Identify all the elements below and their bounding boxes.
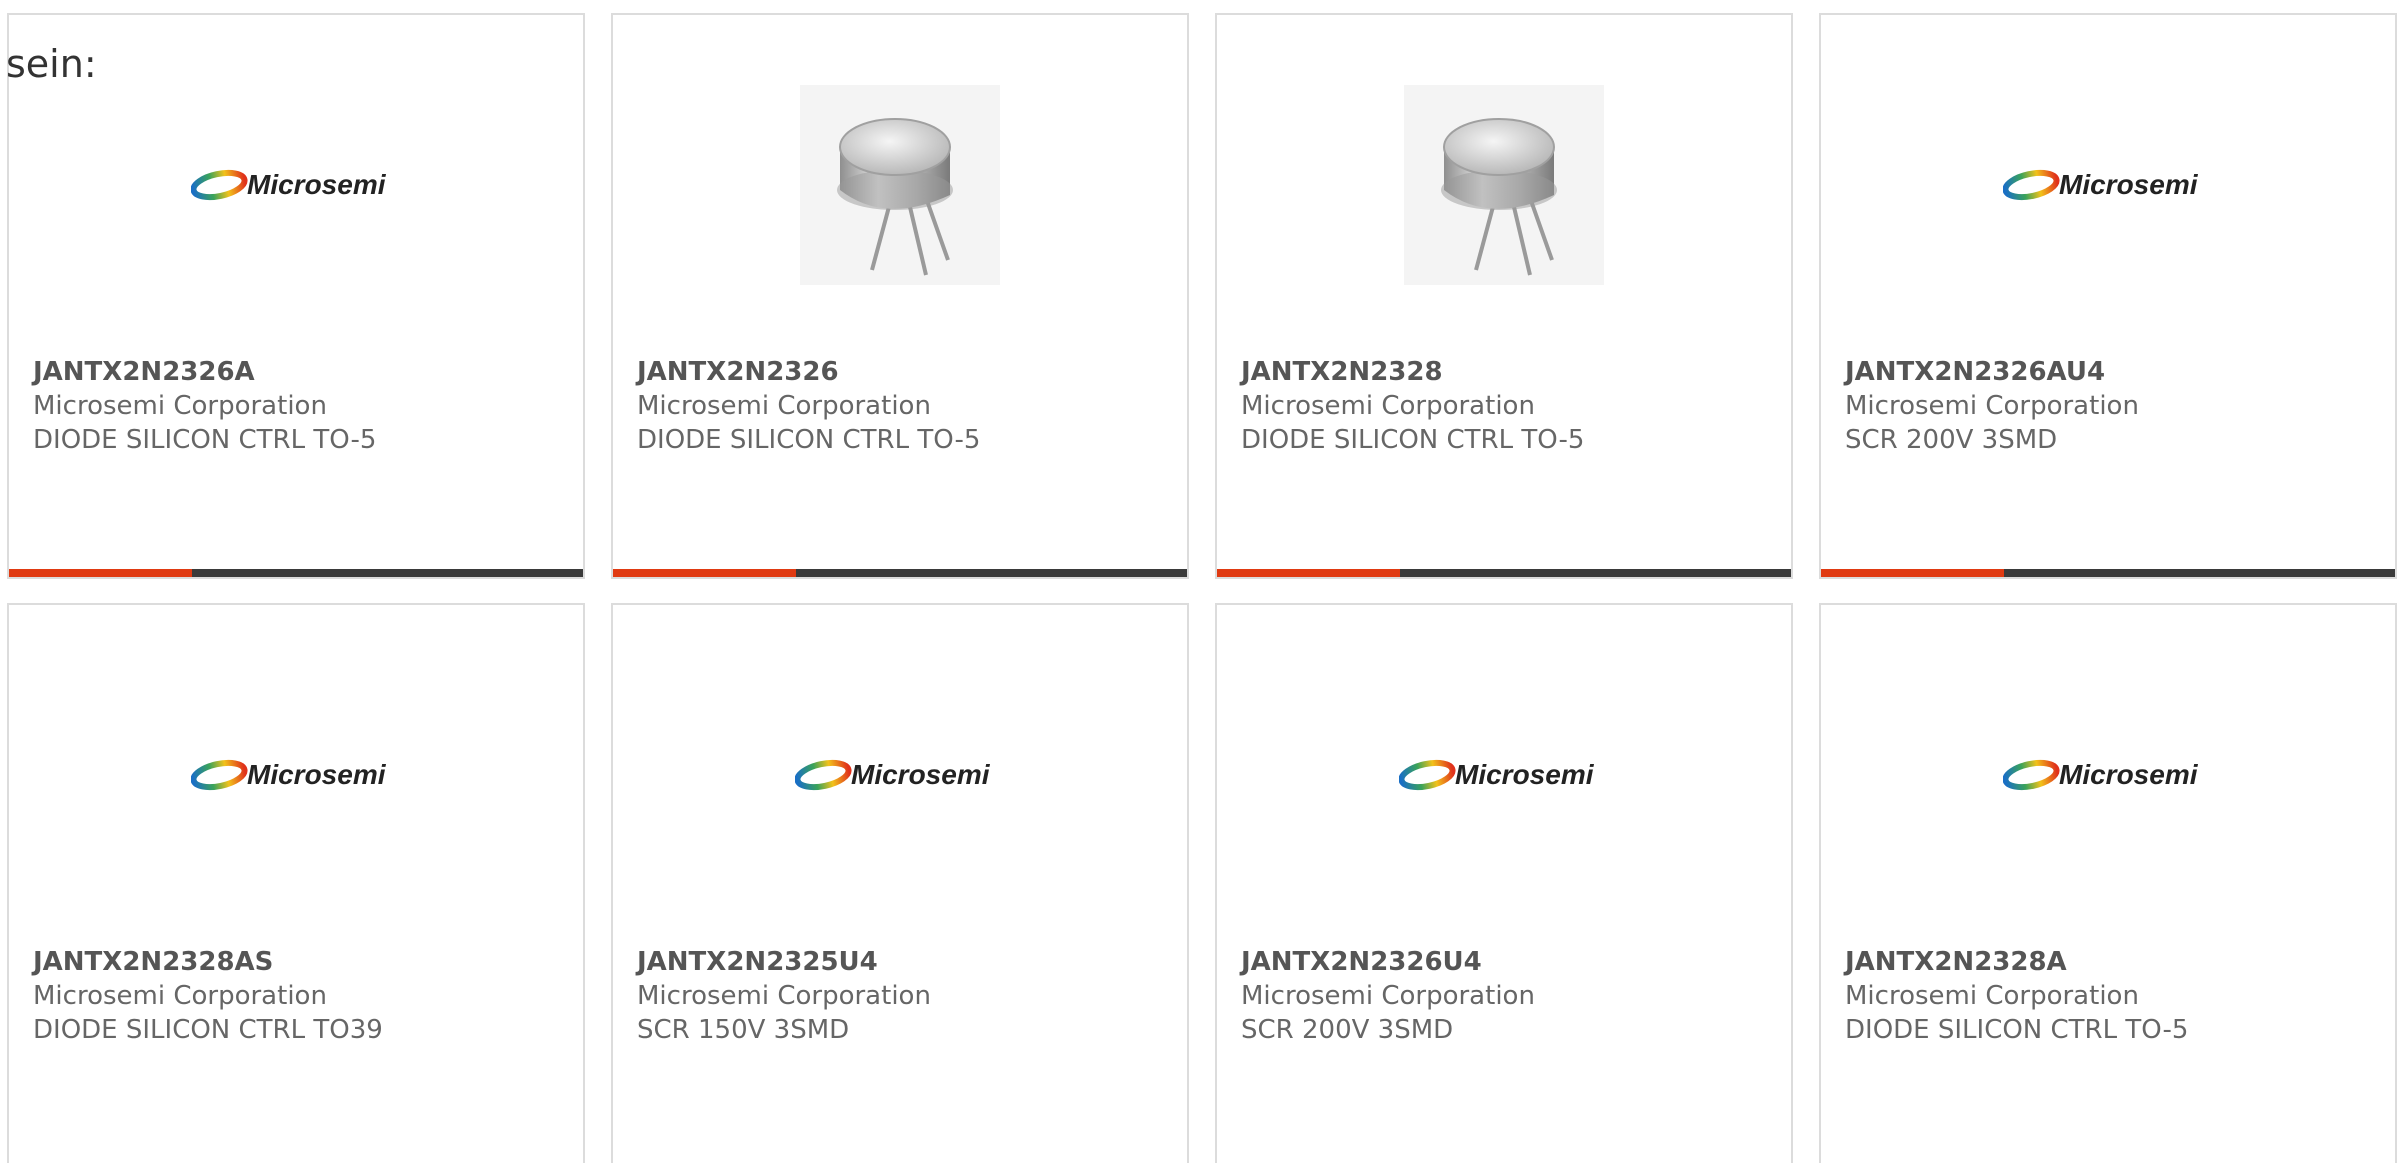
manufacturer-name: Microsemi Corporation bbox=[33, 391, 327, 421]
card-accent-bar bbox=[613, 569, 796, 577]
product-image bbox=[613, 85, 1187, 285]
svg-text:Microsemi: Microsemi bbox=[2059, 759, 2199, 790]
card-bottom-bar bbox=[613, 569, 1187, 577]
product-description: SCR 200V 3SMD bbox=[1845, 425, 2058, 455]
product-image: Microsemi bbox=[1821, 675, 2395, 875]
card-bottom-bar bbox=[1821, 569, 2395, 577]
product-image: Microsemi bbox=[9, 85, 583, 285]
product-card[interactable]: JANTX2N2326 Microsemi Corporation DIODE … bbox=[611, 13, 1189, 579]
manufacturer-name: Microsemi Corporation bbox=[1241, 981, 1535, 1011]
product-info: JANTX2N2328AS Microsemi Corporation DIOD… bbox=[33, 945, 573, 1047]
product-description: SCR 150V 3SMD bbox=[637, 1015, 850, 1045]
manufacturer-name: Microsemi Corporation bbox=[1845, 981, 2139, 1011]
product-card[interactable]: JANTX2N2328 Microsemi Corporation DIODE … bbox=[1215, 13, 1793, 579]
product-info: JANTX2N2328A Microsemi Corporation DIODE… bbox=[1845, 945, 2385, 1047]
product-image: Microsemi bbox=[613, 675, 1187, 875]
part-number[interactable]: JANTX2N2326AU4 bbox=[1845, 355, 2385, 389]
microsemi-logo: Microsemi bbox=[1399, 753, 1609, 797]
card-bottom-bar bbox=[1217, 569, 1791, 577]
part-number[interactable]: JANTX2N2326A bbox=[33, 355, 573, 389]
product-card[interactable]: Microsemi JANTX2N2326AU4 Microsemi Corpo… bbox=[1819, 13, 2397, 579]
svg-text:Microsemi: Microsemi bbox=[247, 759, 387, 790]
product-info: JANTX2N2328 Microsemi Corporation DIODE … bbox=[1241, 355, 1781, 457]
product-card[interactable]: Microsemi JANTX2N2326A Microsemi Corpora… bbox=[7, 13, 585, 579]
to5-package-photo bbox=[800, 85, 1000, 285]
manufacturer-name: Microsemi Corporation bbox=[637, 981, 931, 1011]
product-info: JANTX2N2326 Microsemi Corporation DIODE … bbox=[637, 355, 1177, 457]
product-image: Microsemi bbox=[1217, 675, 1791, 875]
product-card[interactable]: Microsemi JANTX2N2328AS Microsemi Corpor… bbox=[7, 603, 585, 1163]
product-description: SCR 200V 3SMD bbox=[1241, 1015, 1454, 1045]
manufacturer-name: Microsemi Corporation bbox=[637, 391, 931, 421]
microsemi-logo: Microsemi bbox=[2003, 753, 2213, 797]
product-card[interactable]: Microsemi JANTX2N2326U4 Microsemi Corpor… bbox=[1215, 603, 1793, 1163]
product-description: DIODE SILICON CTRL TO39 bbox=[33, 1015, 383, 1045]
svg-text:Microsemi: Microsemi bbox=[2059, 169, 2199, 200]
product-description: DIODE SILICON CTRL TO-5 bbox=[1241, 425, 1585, 455]
manufacturer-name: Microsemi Corporation bbox=[1845, 391, 2139, 421]
product-card[interactable]: Microsemi JANTX2N2328A Microsemi Corpora… bbox=[1819, 603, 2397, 1163]
svg-text:Microsemi: Microsemi bbox=[1455, 759, 1595, 790]
card-accent-bar bbox=[1217, 569, 1400, 577]
part-number[interactable]: JANTX2N2326U4 bbox=[1241, 945, 1781, 979]
product-info: JANTX2N2326AU4 Microsemi Corporation SCR… bbox=[1845, 355, 2385, 457]
microsemi-logo: Microsemi bbox=[191, 163, 401, 207]
part-number[interactable]: JANTX2N2328AS bbox=[33, 945, 573, 979]
to5-package-photo bbox=[1404, 85, 1604, 285]
product-info: JANTX2N2326A Microsemi Corporation DIODE… bbox=[33, 355, 573, 457]
card-accent-bar bbox=[1821, 569, 2004, 577]
product-info: JANTX2N2326U4 Microsemi Corporation SCR … bbox=[1241, 945, 1781, 1047]
product-description: DIODE SILICON CTRL TO-5 bbox=[33, 425, 377, 455]
manufacturer-name: Microsemi Corporation bbox=[33, 981, 327, 1011]
card-accent-bar bbox=[9, 569, 192, 577]
part-number[interactable]: JANTX2N2328A bbox=[1845, 945, 2385, 979]
part-number[interactable]: JANTX2N2326 bbox=[637, 355, 1177, 389]
product-description: DIODE SILICON CTRL TO-5 bbox=[637, 425, 981, 455]
product-image: Microsemi bbox=[9, 675, 583, 875]
product-grid-page: sein: Microsemi JANTX2N2326A Microsemi C… bbox=[0, 0, 2400, 1163]
product-grid: Microsemi JANTX2N2326A Microsemi Corpora… bbox=[7, 13, 2400, 1163]
manufacturer-name: Microsemi Corporation bbox=[1241, 391, 1535, 421]
product-image bbox=[1217, 85, 1791, 285]
product-card[interactable]: Microsemi JANTX2N2325U4 Microsemi Corpor… bbox=[611, 603, 1189, 1163]
product-info: JANTX2N2325U4 Microsemi Corporation SCR … bbox=[637, 945, 1177, 1047]
part-number[interactable]: JANTX2N2328 bbox=[1241, 355, 1781, 389]
intro-text: sein: bbox=[6, 42, 97, 86]
svg-text:Microsemi: Microsemi bbox=[851, 759, 991, 790]
card-bottom-bar bbox=[9, 569, 583, 577]
product-image: Microsemi bbox=[1821, 85, 2395, 285]
microsemi-logo: Microsemi bbox=[191, 753, 401, 797]
part-number[interactable]: JANTX2N2325U4 bbox=[637, 945, 1177, 979]
product-description: DIODE SILICON CTRL TO-5 bbox=[1845, 1015, 2189, 1045]
svg-text:Microsemi: Microsemi bbox=[247, 169, 387, 200]
microsemi-logo: Microsemi bbox=[795, 753, 1005, 797]
microsemi-logo: Microsemi bbox=[2003, 163, 2213, 207]
